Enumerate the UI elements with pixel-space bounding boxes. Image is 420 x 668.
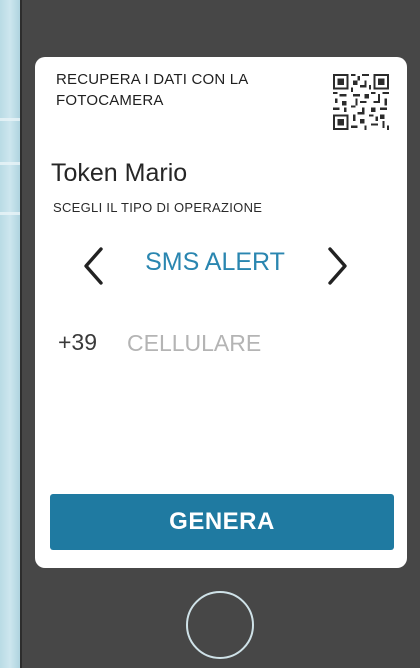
qr-scan-title[interactable]: RECUPERA I DATI CON LA FOTOCAMERA (56, 69, 326, 111)
chevron-right-icon (328, 247, 347, 285)
home-button[interactable] (186, 591, 254, 659)
qr-scan-title-line2: FOTOCAMERA (56, 92, 164, 109)
background-streak (0, 162, 22, 165)
mobile-number-input[interactable] (125, 325, 379, 361)
qr-code-icon[interactable] (333, 74, 389, 130)
chevron-left-icon (84, 247, 103, 285)
app-screen: RECUPERA I DATI CON LA FOTOCAMERA Token … (35, 57, 407, 568)
operation-type-label: SCEGLI IL TIPO DI OPERAZIONE (53, 200, 263, 215)
phone-frame: RECUPERA I DATI CON LA FOTOCAMERA Token … (20, 0, 420, 668)
background-streak (0, 118, 22, 121)
previous-operation-button[interactable] (73, 243, 113, 289)
selected-operation: SMS ALERT (145, 248, 285, 276)
next-operation-button[interactable] (318, 243, 358, 289)
background-edge (0, 0, 22, 668)
token-name: Token Mario (51, 159, 188, 187)
qr-scan-title-line1: RECUPERA I DATI CON LA (56, 71, 249, 88)
country-prefix: +39 (58, 329, 98, 355)
generate-button[interactable]: GENERA (50, 494, 394, 550)
background-streak (0, 212, 22, 215)
